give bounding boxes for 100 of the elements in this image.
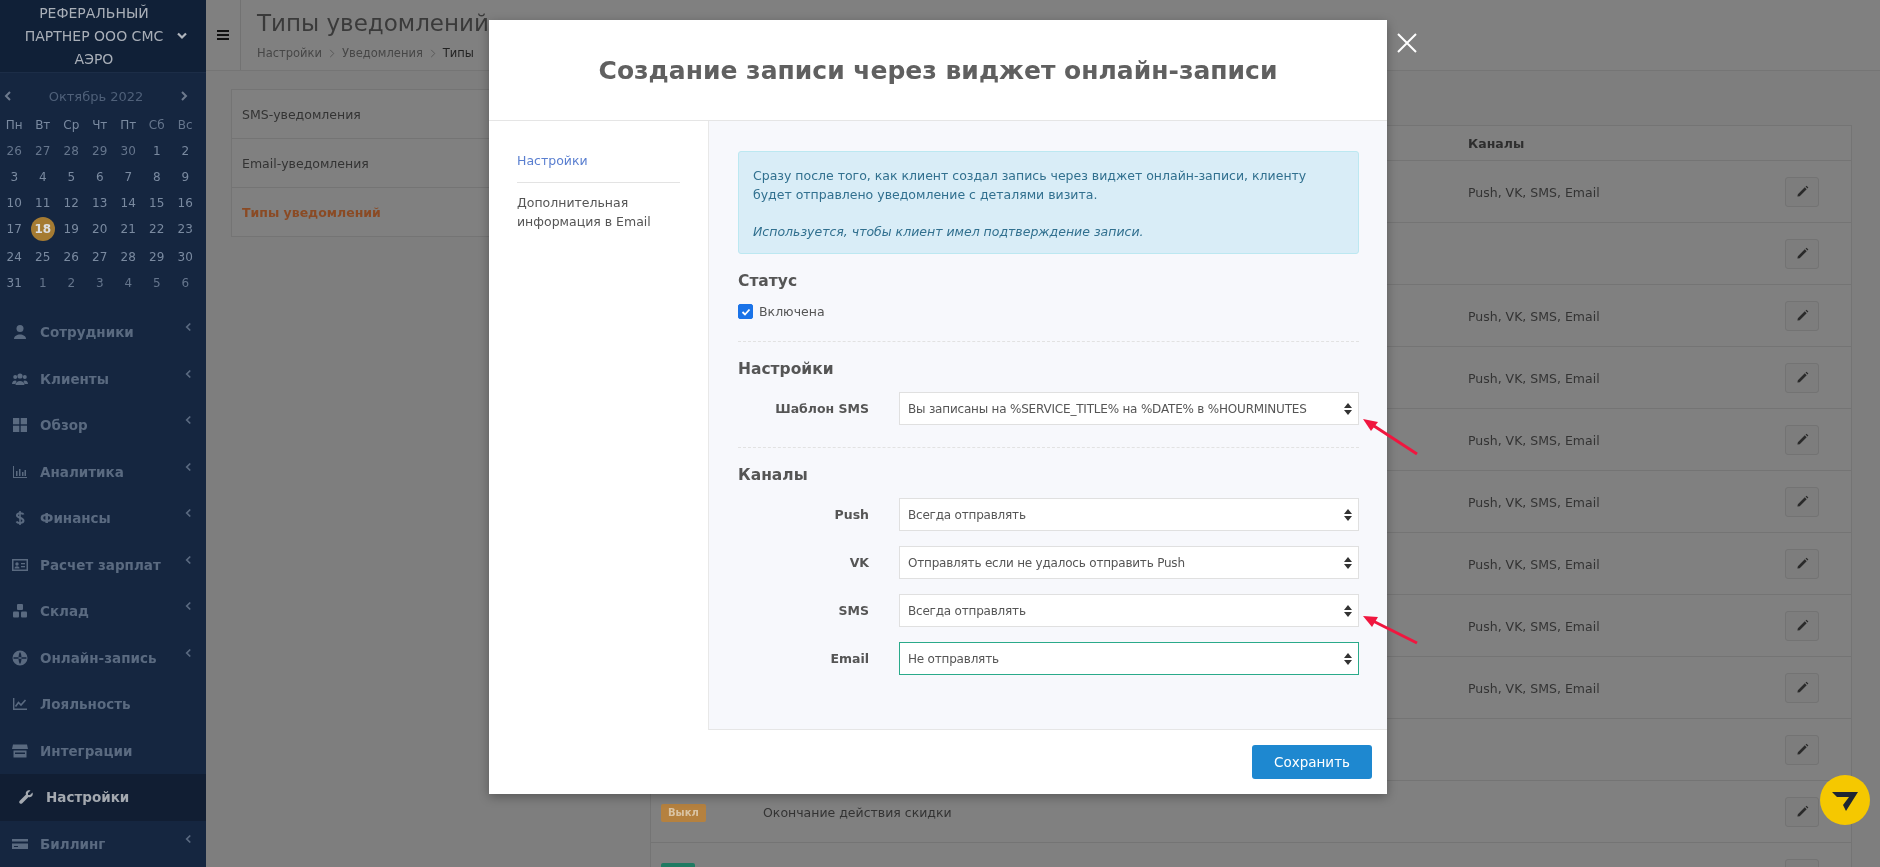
- breadcrumb-link[interactable]: Типы: [442, 46, 474, 60]
- weekday-label: Вс: [176, 117, 194, 134]
- menu-item[interactable]: Лояльность: [0, 681, 206, 728]
- pencil-icon: [1795, 309, 1809, 322]
- menu-item[interactable]: Склад: [0, 588, 206, 635]
- menu-item[interactable]: Обзор: [0, 402, 206, 449]
- edit-button[interactable]: [1785, 672, 1819, 703]
- channel-select[interactable]: Отправлять если не удалось отправить Push: [899, 546, 1359, 579]
- calendar-day[interactable]: 1: [30, 273, 55, 293]
- channel-select[interactable]: Всегда отправлять: [899, 498, 1359, 531]
- calendar-day[interactable]: 29: [144, 247, 169, 267]
- save-button[interactable]: Сохранить: [1252, 745, 1372, 779]
- calendar-day[interactable]: 6: [173, 273, 198, 293]
- menu-item[interactable]: Финансы: [0, 495, 206, 542]
- calendar-day[interactable]: 20: [87, 219, 112, 239]
- calendar-day[interactable]: 23: [173, 219, 198, 239]
- menu-item[interactable]: Биллинг: [0, 820, 206, 867]
- edit-button[interactable]: [1785, 176, 1819, 207]
- store-icon: [12, 742, 28, 759]
- calendar-day[interactable]: 31: [2, 273, 27, 293]
- menu-item[interactable]: Сотрудники: [0, 309, 206, 356]
- calendar-day[interactable]: 11: [30, 193, 55, 213]
- calendar-day[interactable]: 15: [144, 193, 169, 213]
- edit-button[interactable]: [1785, 238, 1819, 269]
- calendar-day[interactable]: 5: [59, 167, 84, 187]
- menu-item[interactable]: Интеграции: [0, 727, 206, 774]
- calendar-day[interactable]: 30: [116, 141, 141, 161]
- breadcrumb-link[interactable]: Уведомления: [341, 46, 423, 60]
- calendar-day[interactable]: 13: [87, 193, 112, 213]
- channel-select[interactable]: Всегда отправлять: [899, 594, 1359, 627]
- calendar-day[interactable]: 21: [116, 219, 141, 239]
- pencil-icon: [1795, 805, 1809, 818]
- edit-button[interactable]: [1785, 362, 1819, 393]
- checkbox[interactable]: [738, 304, 753, 319]
- sort-arrows-icon: [1344, 556, 1352, 569]
- calendar-day[interactable]: 8: [144, 167, 169, 187]
- edit-button[interactable]: [1785, 486, 1819, 517]
- weekday-label: Чт: [91, 117, 109, 134]
- menu-item[interactable]: Клиенты: [0, 355, 206, 402]
- enabled-checkbox[interactable]: Включена: [738, 304, 1359, 319]
- calendar-day[interactable]: 2: [59, 273, 84, 293]
- calendar-day[interactable]: 9: [173, 167, 198, 187]
- person-icon: [12, 324, 28, 341]
- close-icon[interactable]: [1397, 33, 1417, 53]
- calendar-day[interactable]: 7: [116, 167, 141, 187]
- calendar-day[interactable]: 6: [87, 167, 112, 187]
- sort-arrows-icon: [1344, 652, 1352, 665]
- table-cell: Push, VK, SMS, Email: [1468, 371, 1600, 386]
- breadcrumb-link[interactable]: Настройки: [257, 46, 322, 60]
- calendar-day[interactable]: 1: [144, 141, 169, 161]
- menu-icon[interactable]: [217, 30, 229, 40]
- calendar-day[interactable]: 4: [116, 273, 141, 293]
- table-cell: Push, VK, SMS, Email: [1468, 495, 1600, 510]
- edit-button[interactable]: [1785, 548, 1819, 579]
- calendar-day[interactable]: 4: [30, 167, 55, 187]
- edit-button[interactable]: [1785, 796, 1819, 827]
- globe-icon: [12, 649, 28, 666]
- menu-item[interactable]: Настройки: [0, 774, 206, 821]
- edit-button[interactable]: [1785, 610, 1819, 641]
- calendar-day[interactable]: 17: [2, 219, 27, 239]
- template-select[interactable]: Вы записаны на %SERVICE_TITLE% на %DATE% в %HOURMINUTES: [899, 392, 1359, 425]
- chevron-left-icon: [185, 415, 192, 426]
- pencil-icon: [1795, 371, 1809, 384]
- calendar-day[interactable]: 29: [87, 141, 112, 161]
- edit-button[interactable]: [1785, 734, 1819, 765]
- chevron-right-icon[interactable]: [180, 91, 188, 101]
- calendar-day[interactable]: 27: [30, 141, 55, 161]
- calendar-day[interactable]: 5: [144, 273, 169, 293]
- channel-select[interactable]: Не отправлять: [899, 642, 1359, 675]
- calendar-day[interactable]: 25: [30, 247, 55, 267]
- edit-button[interactable]: [1785, 300, 1819, 331]
- calendar-day[interactable]: 12: [59, 193, 84, 213]
- chevron-right-icon: [429, 48, 436, 58]
- calendar-day[interactable]: 14: [116, 193, 141, 213]
- calendar-day[interactable]: 28: [116, 247, 141, 267]
- menu-item[interactable]: Расчет зарплат: [0, 541, 206, 588]
- modal-nav-item[interactable]: Настройки: [517, 151, 680, 183]
- calendar-day[interactable]: 3: [2, 167, 27, 187]
- calendar-day[interactable]: 22: [144, 219, 169, 239]
- calendar-day[interactable]: 2: [173, 141, 198, 161]
- menu-item[interactable]: Аналитика: [0, 448, 206, 495]
- menu-item[interactable]: Онлайн-запись: [0, 634, 206, 681]
- table-cell: Push, VK, SMS, Email: [1468, 557, 1600, 572]
- calendar-day[interactable]: 16: [173, 193, 198, 213]
- chevron-down-icon[interactable]: [177, 32, 187, 40]
- calendar-day[interactable]: 27: [87, 247, 112, 267]
- calendar-day[interactable]: 18: [30, 217, 55, 241]
- annotation-arrow: [1363, 615, 1419, 645]
- calendar-day[interactable]: 3: [87, 273, 112, 293]
- calendar-day[interactable]: 28: [59, 141, 84, 161]
- calendar-day[interactable]: 19: [59, 219, 84, 239]
- calendar-day[interactable]: 26: [59, 247, 84, 267]
- chevron-left-icon[interactable]: [4, 91, 12, 101]
- logo-icon[interactable]: [1820, 775, 1870, 825]
- calendar-day[interactable]: 30: [173, 247, 198, 267]
- modal-nav-item[interactable]: Дополнительная информация в Email: [517, 193, 680, 243]
- calendar-day[interactable]: 24: [2, 247, 27, 267]
- edit-button[interactable]: [1785, 424, 1819, 455]
- calendar-day[interactable]: 26: [2, 141, 27, 161]
- calendar-day[interactable]: 10: [2, 193, 27, 213]
